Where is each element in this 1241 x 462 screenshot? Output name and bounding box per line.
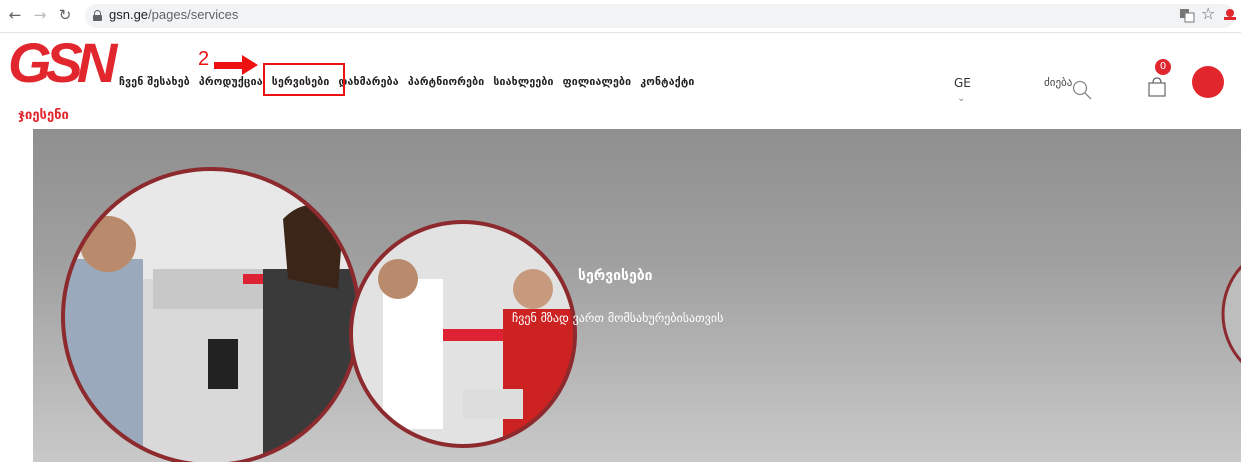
shopping-bag-icon[interactable]: [1146, 76, 1168, 98]
address-bar[interactable]: gsn.ge/pages/services: [85, 4, 1235, 28]
nav-products[interactable]: პროდუქცია: [199, 76, 263, 88]
hero-background-art: [61, 167, 1241, 462]
photo-circle-right: [1221, 264, 1241, 364]
bookmark-star-icon[interactable]: ☆: [1201, 4, 1217, 23]
nav-contact[interactable]: კონტაქტი: [640, 76, 694, 88]
right-arrow-icon: [214, 55, 258, 75]
main-nav: ჩვენ შესახებ პროდუქცია სერვისები დახმარე…: [119, 76, 703, 88]
language-selector[interactable]: GE: [954, 76, 971, 90]
hero-subtitle: ჩვენ მზად ვართ მომსახურებისათვის: [512, 311, 724, 325]
highlight-box: [263, 63, 345, 96]
url-text: gsn.ge/pages/services: [109, 7, 239, 22]
nav-news[interactable]: სიახლეები: [493, 76, 553, 88]
nav-about[interactable]: ჩვენ შესახებ: [119, 76, 190, 88]
extension-icon[interactable]: [1222, 7, 1238, 23]
avatar[interactable]: [1192, 66, 1224, 98]
reload-icon[interactable]: ↻: [56, 6, 74, 24]
browser-toolbar: ← → ↻ gsn.ge/pages/services ☆: [0, 0, 1241, 33]
step-number: 2: [198, 48, 210, 70]
lock-icon: [93, 10, 102, 21]
logo-subtitle: ჯიესენი: [18, 108, 69, 123]
search-icon[interactable]: [1072, 80, 1092, 100]
nav-partners[interactable]: პარტნიორები: [408, 76, 485, 88]
hero-banner: [33, 129, 1241, 462]
hero-title: სერვისები: [578, 268, 653, 284]
back-arrow-icon[interactable]: ←: [6, 6, 24, 24]
search-label[interactable]: ძიება: [1044, 76, 1072, 89]
cart-count-badge: 0: [1155, 59, 1171, 75]
forward-arrow-icon[interactable]: →: [31, 6, 49, 24]
nav-branches[interactable]: ფილიალები: [563, 76, 632, 88]
translate-icon[interactable]: [1179, 7, 1195, 23]
chevron-down-icon[interactable]: ⌄: [957, 93, 965, 104]
nav-help[interactable]: დახმარება: [338, 76, 398, 88]
gsn-logo[interactable]: GSN: [8, 35, 117, 98]
